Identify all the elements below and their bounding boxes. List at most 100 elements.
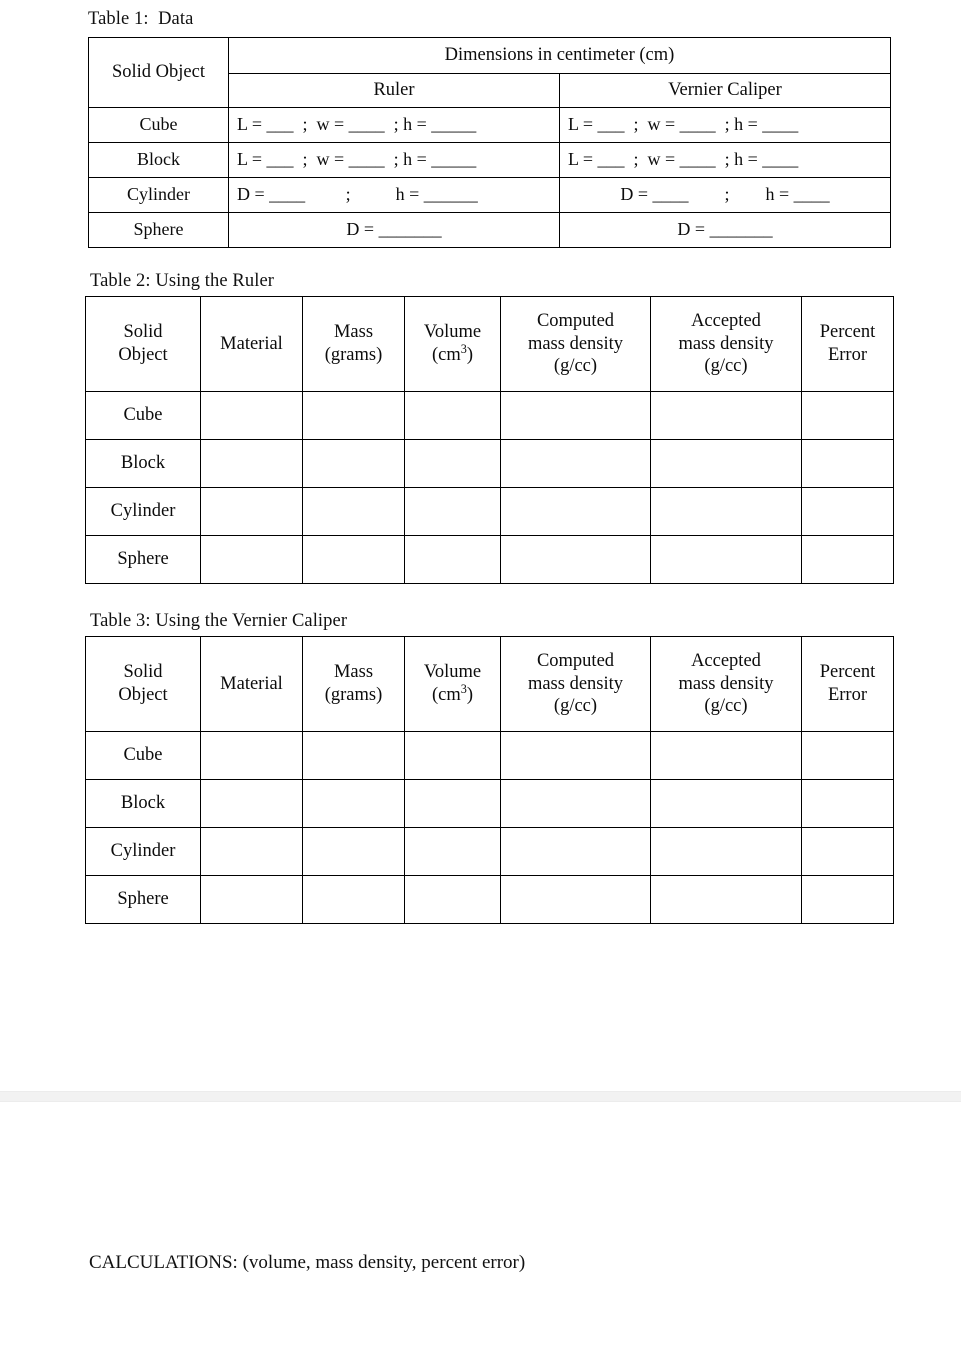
table-row: Cube — [85, 391, 894, 440]
table-row: Sphere — [85, 535, 894, 584]
table1-header-vernier-caliper: Vernier Caliper — [559, 73, 891, 108]
calculations-heading: CALCULATIONS: (volume, mass density, per… — [89, 1252, 526, 1273]
table2-sphere-mass[interactable] — [302, 535, 405, 584]
table3-cylinder-accepted-density[interactable] — [650, 827, 802, 876]
table2-header-computed-mass-density: Computed mass density (g/cc) — [500, 296, 651, 392]
table3-cylinder-percent-error[interactable] — [801, 827, 894, 876]
table-row: Block — [85, 439, 894, 488]
table1-cube-vernier-dimensions[interactable]: L = ___ ; w = ____ ; h = ____ — [559, 107, 891, 143]
table3-header-accepted-mass-density: Accepted mass density (g/cc) — [650, 636, 802, 732]
table1-sphere-vernier-dimensions[interactable]: D = _______ — [559, 212, 891, 248]
table1-row-object-block: Block — [88, 142, 229, 178]
table2-cube-computed-density[interactable] — [500, 391, 651, 440]
table1-header-ruler: Ruler — [228, 73, 560, 108]
table3-block-percent-error[interactable] — [801, 779, 894, 828]
table3-cylinder-material[interactable] — [200, 827, 303, 876]
table3-header-volume-unit-suffix: ) — [466, 685, 474, 705]
table1-block-ruler-dimensions[interactable]: L = ___ ; w = ____ ; h = _____ — [228, 142, 560, 178]
table2-header-row: Solid Object Material Mass (grams) Volum… — [85, 296, 894, 392]
table3-header-material: Material — [200, 636, 303, 732]
table2-cylinder-mass[interactable] — [302, 487, 405, 536]
table2-block-computed-density[interactable] — [500, 439, 651, 488]
table2-row-object-cube: Cube — [85, 391, 201, 440]
table1-header-dimensions: Dimensions in centimeter (cm) — [228, 37, 891, 74]
table1-header-solid-object: Solid Object — [88, 37, 229, 108]
table2-block-percent-error[interactable] — [801, 439, 894, 488]
table2-cube-material[interactable] — [200, 391, 303, 440]
table3-cylinder-computed-density[interactable] — [500, 827, 651, 876]
table2-cylinder-volume[interactable] — [404, 487, 501, 536]
table3-header-computed-mass-density: Computed mass density (g/cc) — [500, 636, 651, 732]
table2-cylinder-computed-density[interactable] — [500, 487, 651, 536]
table3-row-object-sphere: Sphere — [85, 875, 201, 924]
table2-using-the-ruler: Solid Object Material Mass (grams) Volum… — [85, 296, 894, 584]
table1-sphere-ruler-dimensions[interactable]: D = _______ — [228, 212, 560, 248]
table3-cylinder-mass[interactable] — [302, 827, 405, 876]
table1-row-object-cylinder: Cylinder — [88, 177, 229, 213]
table-row: Block L = ___ ; w = ____ ; h = _____ L =… — [88, 142, 891, 178]
table3-block-material[interactable] — [200, 779, 303, 828]
table3-block-volume[interactable] — [404, 779, 501, 828]
table-row: Cylinder — [85, 827, 894, 876]
table3-sphere-volume[interactable] — [404, 875, 501, 924]
table3-sphere-computed-density[interactable] — [500, 875, 651, 924]
table2-header-volume: Volume (cm3) — [404, 296, 501, 392]
table2-sphere-percent-error[interactable] — [801, 535, 894, 584]
table1-cube-ruler-dimensions[interactable]: L = ___ ; w = ____ ; h = _____ — [228, 107, 560, 143]
table3-sphere-mass[interactable] — [302, 875, 405, 924]
table2-sphere-volume[interactable] — [404, 535, 501, 584]
table1-header-row-1: Solid Object Dimensions in centimeter (c… — [88, 37, 891, 108]
table2-block-accepted-density[interactable] — [650, 439, 802, 488]
table3-sphere-percent-error[interactable] — [801, 875, 894, 924]
table2-block-material[interactable] — [200, 439, 303, 488]
table3-cube-accepted-density[interactable] — [650, 731, 802, 780]
table3-cube-volume[interactable] — [404, 731, 501, 780]
table2-cylinder-material[interactable] — [200, 487, 303, 536]
table-row: Cylinder — [85, 487, 894, 536]
table2-header-material: Material — [200, 296, 303, 392]
table2-sphere-material[interactable] — [200, 535, 303, 584]
table-row: Cube — [85, 731, 894, 780]
table-row: Cylinder D = ____ ; h = ______ D = ____ … — [88, 177, 891, 213]
table2-cylinder-percent-error[interactable] — [801, 487, 894, 536]
table3-header-volume-line1: Volume — [423, 662, 482, 683]
table2-cube-volume[interactable] — [404, 391, 501, 440]
table2-title: Table 2: Using the Ruler — [90, 271, 275, 291]
table2-header-mass: Mass (grams) — [302, 296, 405, 392]
table2-header-volume-unit-suffix: ) — [466, 345, 474, 365]
table1-cylinder-ruler-dimensions[interactable]: D = ____ ; h = ______ — [228, 177, 560, 213]
table1-block-vernier-dimensions[interactable]: L = ___ ; w = ____ ; h = ____ — [559, 142, 891, 178]
table3-row-object-block: Block — [85, 779, 201, 828]
table3-cube-percent-error[interactable] — [801, 731, 894, 780]
table3-cylinder-volume[interactable] — [404, 827, 501, 876]
table2-header-solid-object: Solid Object — [85, 296, 201, 392]
table3-using-the-vernier-caliper: Solid Object Material Mass (grams) Volum… — [85, 636, 894, 924]
table3-block-mass[interactable] — [302, 779, 405, 828]
table3-sphere-accepted-density[interactable] — [650, 875, 802, 924]
table-row: Sphere — [85, 875, 894, 924]
table2-block-mass[interactable] — [302, 439, 405, 488]
table2-header-accepted-mass-density: Accepted mass density (g/cc) — [650, 296, 802, 392]
table3-sphere-material[interactable] — [200, 875, 303, 924]
table2-header-volume-unit-prefix: (cm — [431, 345, 461, 365]
table2-header-volume-line1: Volume — [423, 322, 482, 343]
document-page: Table 1: Data Solid Object Dimensions in… — [0, 0, 961, 1353]
table2-header-percent-error: Percent Error — [801, 296, 894, 392]
table2-cylinder-accepted-density[interactable] — [650, 487, 802, 536]
table2-cube-accepted-density[interactable] — [650, 391, 802, 440]
table2-cube-mass[interactable] — [302, 391, 405, 440]
table3-row-object-cube: Cube — [85, 731, 201, 780]
table3-block-computed-density[interactable] — [500, 779, 651, 828]
table2-sphere-accepted-density[interactable] — [650, 535, 802, 584]
table2-sphere-computed-density[interactable] — [500, 535, 651, 584]
table3-cube-mass[interactable] — [302, 731, 405, 780]
table2-cube-percent-error[interactable] — [801, 391, 894, 440]
table1-cylinder-vernier-dimensions[interactable]: D = ____ ; h = ____ — [559, 177, 891, 213]
table1-data: Solid Object Dimensions in centimeter (c… — [88, 37, 891, 248]
table3-cube-material[interactable] — [200, 731, 303, 780]
table2-row-object-sphere: Sphere — [85, 535, 201, 584]
table3-cube-computed-density[interactable] — [500, 731, 651, 780]
table3-block-accepted-density[interactable] — [650, 779, 802, 828]
table2-block-volume[interactable] — [404, 439, 501, 488]
table-row: Sphere D = _______ D = _______ — [88, 212, 891, 248]
